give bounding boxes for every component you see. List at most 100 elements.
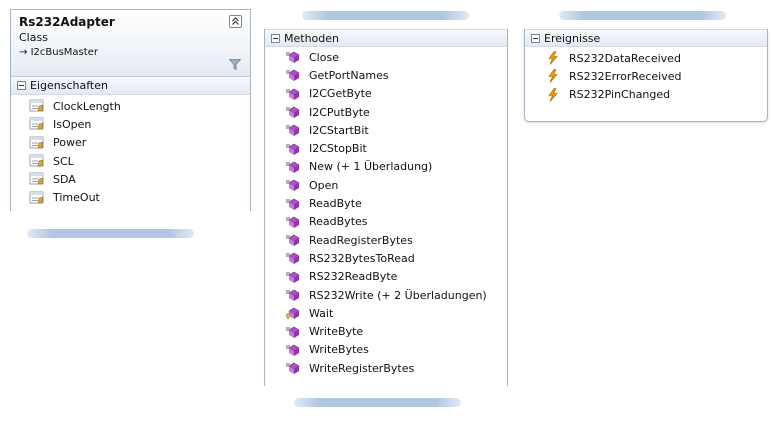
protected-method-icon xyxy=(285,306,301,320)
class-name: Rs232Adapter xyxy=(19,15,115,29)
methods-section-label: Methoden xyxy=(284,31,339,45)
method-item-label: WriteBytes xyxy=(309,343,369,357)
method-icon xyxy=(285,361,301,375)
filter-icon[interactable] xyxy=(229,59,241,70)
property-icon xyxy=(29,191,45,205)
bottom-shadow-methods xyxy=(294,398,461,407)
method-item[interactable]: WriteRegisterBytes xyxy=(285,359,507,377)
method-icon xyxy=(285,50,301,64)
event-item-label: RS232PinChanged xyxy=(569,88,671,102)
method-icon xyxy=(285,197,301,211)
method-item[interactable]: ReadByte xyxy=(285,194,507,212)
property-item-label: IsOpen xyxy=(53,117,92,131)
method-item[interactable]: I2CGetByte xyxy=(285,85,507,103)
events-section-label: Ereignisse xyxy=(544,31,601,45)
class-diagram: Rs232Adapter Class → I2cBusMaster Eigens… xyxy=(0,0,777,421)
method-item-label: I2CStopBit xyxy=(309,142,367,156)
class-shape-rs232adapter[interactable]: Rs232Adapter Class → I2cBusMaster Eigens… xyxy=(10,9,251,211)
method-item-label: New (+ 1 Überladung) xyxy=(309,160,433,174)
properties-list: ClockLength IsOpen Power SCL SDA TimeOut xyxy=(11,95,250,207)
method-item-label: WriteRegisterBytes xyxy=(309,361,415,375)
method-item[interactable]: ReadRegisterBytes xyxy=(285,231,507,249)
property-item[interactable]: ClockLength xyxy=(29,97,250,115)
method-item[interactable]: Close xyxy=(285,48,507,66)
events-compartment[interactable]: Ereignisse RS232DataReceived RS232ErrorR… xyxy=(524,29,768,122)
method-item[interactable]: GetPortNames xyxy=(285,66,507,84)
method-item-label: RS232ReadByte xyxy=(309,270,398,284)
method-icon xyxy=(285,251,301,265)
method-item-label: ReadByte xyxy=(309,197,362,211)
methods-compartment[interactable]: Methoden Close GetPortNames I2CGetByte I… xyxy=(264,29,508,386)
method-item[interactable]: RS232BytesToRead xyxy=(285,249,507,267)
method-item[interactable]: WriteByte xyxy=(285,322,507,340)
method-item[interactable]: RS232ReadByte xyxy=(285,268,507,286)
method-item-label: RS232BytesToRead xyxy=(309,251,415,265)
method-item[interactable]: ReadBytes xyxy=(285,213,507,231)
method-item-label: Close xyxy=(309,50,339,64)
method-item-label: WriteByte xyxy=(309,325,364,339)
method-item[interactable]: I2CStartBit xyxy=(285,121,507,139)
method-item[interactable]: Wait xyxy=(285,304,507,322)
property-item[interactable]: IsOpen xyxy=(29,115,250,133)
property-item[interactable]: Power xyxy=(29,134,250,152)
property-item-label: Power xyxy=(53,136,87,150)
method-icon xyxy=(285,215,301,229)
event-icon xyxy=(545,51,561,65)
method-icon xyxy=(285,343,301,357)
collapse-button[interactable] xyxy=(229,15,242,28)
method-item-label: ReadRegisterBytes xyxy=(309,233,413,247)
property-icon xyxy=(29,99,45,113)
property-item[interactable]: SDA xyxy=(29,170,250,188)
methods-section-header[interactable]: Methoden xyxy=(265,29,507,47)
property-icon xyxy=(29,117,45,131)
method-item[interactable]: I2CPutByte xyxy=(285,103,507,121)
property-item-label: SCL xyxy=(53,154,74,168)
top-shadow-methods xyxy=(302,11,469,20)
method-item[interactable]: New (+ 1 Überladung) xyxy=(285,158,507,176)
method-item[interactable]: WriteBytes xyxy=(285,341,507,359)
collapse-section-icon[interactable] xyxy=(531,33,540,43)
event-item[interactable]: RS232PinChanged xyxy=(545,86,767,104)
method-item[interactable]: Open xyxy=(285,176,507,194)
base-class-label: I2cBusMaster xyxy=(30,47,98,58)
method-icon xyxy=(285,325,301,339)
events-section-header[interactable]: Ereignisse xyxy=(525,29,767,47)
property-icon xyxy=(29,136,45,150)
method-icon xyxy=(285,270,301,284)
method-icon xyxy=(285,105,301,119)
method-item[interactable]: RS232Write (+ 2 Überladungen) xyxy=(285,286,507,304)
method-item-label: Wait xyxy=(309,306,334,320)
event-item-label: RS232ErrorReceived xyxy=(569,69,682,83)
property-icon xyxy=(29,154,45,168)
class-header: Rs232Adapter Class → I2cBusMaster xyxy=(11,10,250,77)
method-item[interactable]: I2CStopBit xyxy=(285,139,507,157)
property-item[interactable]: SCL xyxy=(29,152,250,170)
top-shadow-events xyxy=(559,11,726,20)
method-icon xyxy=(285,178,301,192)
event-item[interactable]: RS232ErrorReceived xyxy=(545,67,767,85)
event-item[interactable]: RS232DataReceived xyxy=(545,49,767,67)
properties-section-header[interactable]: Eigenschaften xyxy=(11,77,250,95)
properties-section-label: Eigenschaften xyxy=(30,79,108,92)
event-item-label: RS232DataReceived xyxy=(569,51,681,65)
inheritance-arrow-icon: → xyxy=(19,47,31,58)
method-icon xyxy=(285,68,301,82)
base-class: → I2cBusMaster xyxy=(19,45,242,61)
bottom-shadow-class xyxy=(27,229,194,238)
property-item[interactable]: TimeOut xyxy=(29,188,250,206)
property-item-label: TimeOut xyxy=(53,191,100,205)
method-item-label: GetPortNames xyxy=(309,68,389,82)
class-kind: Class xyxy=(19,31,48,44)
method-icon xyxy=(285,160,301,174)
method-icon xyxy=(285,123,301,137)
method-item-label: I2CGetByte xyxy=(309,87,372,101)
event-icon xyxy=(545,69,561,84)
collapse-section-icon[interactable] xyxy=(271,33,280,43)
property-item-label: ClockLength xyxy=(53,99,121,113)
property-item-label: SDA xyxy=(53,172,76,186)
double-chevron-up-icon xyxy=(232,17,239,25)
method-icon xyxy=(285,87,301,101)
collapse-section-icon[interactable] xyxy=(17,81,26,90)
method-item-label: I2CStartBit xyxy=(309,123,369,137)
method-item-label: I2CPutByte xyxy=(309,105,370,119)
